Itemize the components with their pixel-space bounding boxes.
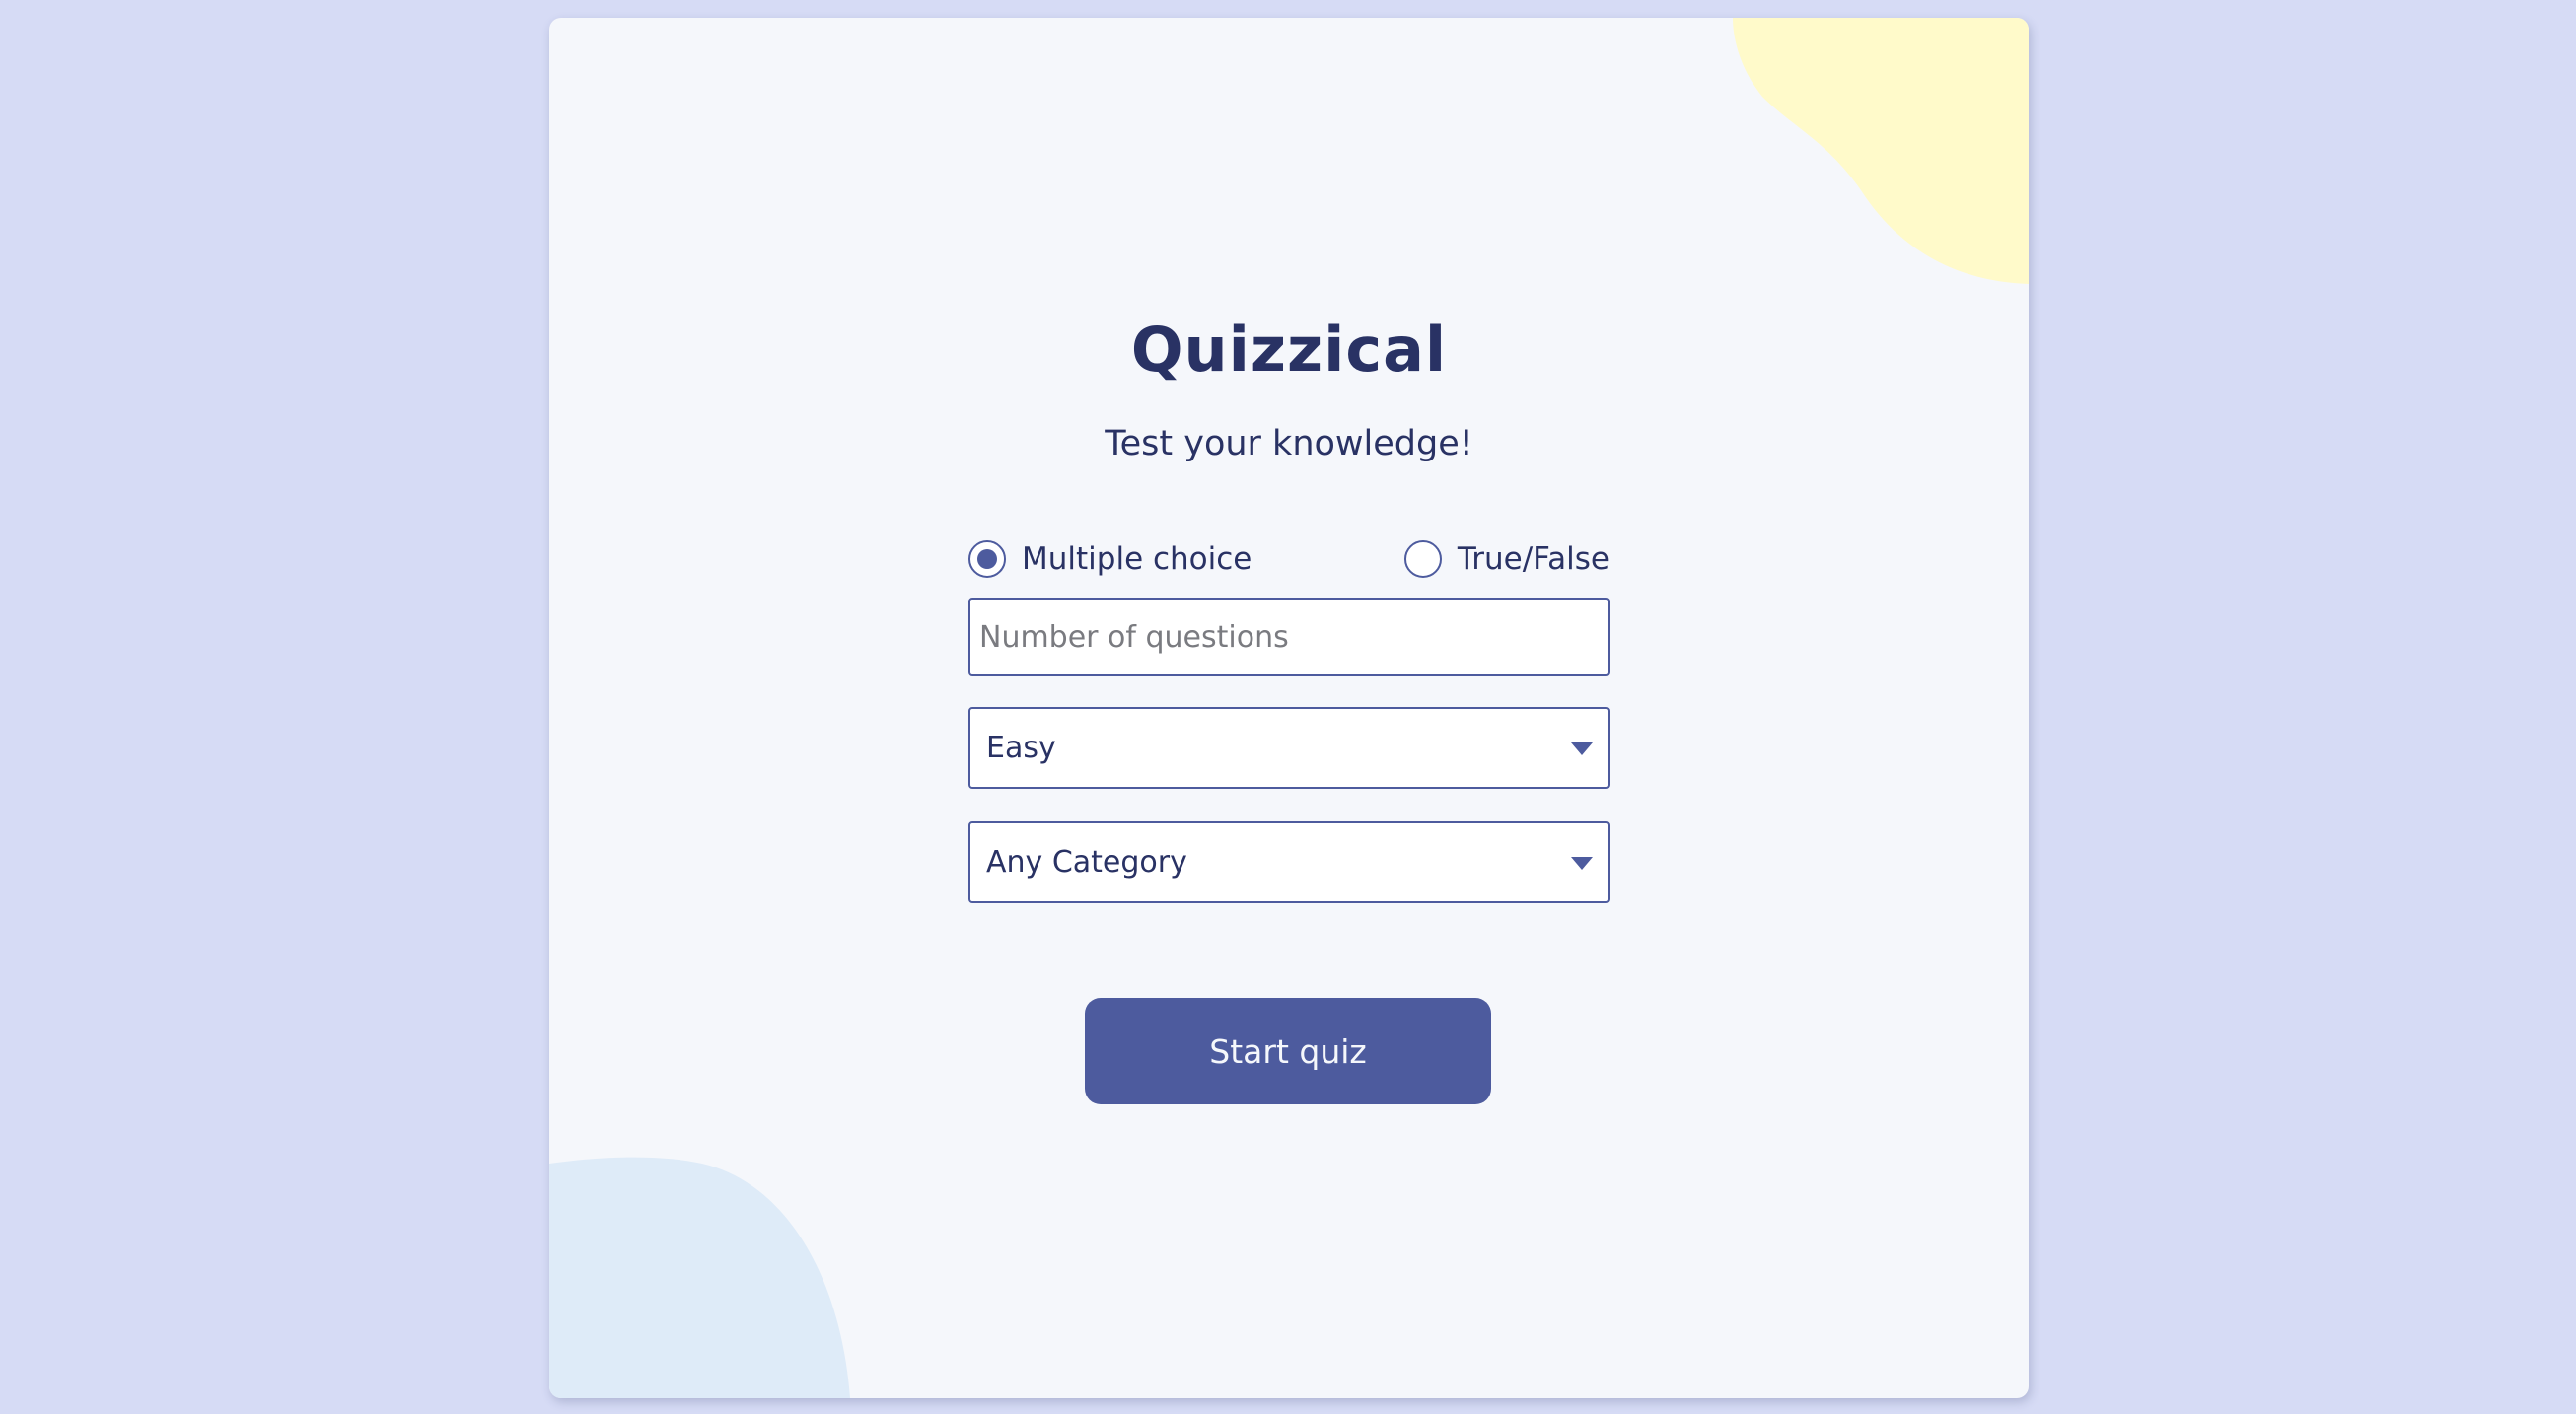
- app-subtitle: Test your knowledge!: [1105, 424, 1473, 463]
- quiz-setup-card: Quizzical Test your knowledge! Multiple …: [549, 18, 2029, 1398]
- caret-down-icon: [1571, 857, 1593, 870]
- number-of-questions-input[interactable]: [970, 600, 1608, 674]
- quiz-setup-form: Quizzical Test your knowledge! Multiple …: [549, 18, 2029, 1398]
- radio-multiple-choice-label: Multiple choice: [1022, 541, 1252, 577]
- quiz-type-radio-group: Multiple choice True/False: [968, 523, 1610, 601]
- number-of-questions-field: [968, 598, 1610, 676]
- category-select-value: Any Category: [986, 845, 1187, 880]
- category-select[interactable]: Any Category: [968, 821, 1610, 903]
- app-title: Quizzical: [1130, 314, 1448, 386]
- radio-true-false-label: True/False: [1457, 541, 1610, 577]
- difficulty-select[interactable]: Easy: [968, 707, 1610, 789]
- difficulty-select-value: Easy: [986, 731, 1056, 765]
- start-quiz-button[interactable]: Start quiz: [1085, 998, 1491, 1104]
- radio-button-checked-icon[interactable]: [968, 540, 1006, 578]
- radio-multiple-choice[interactable]: Multiple choice: [968, 540, 1252, 578]
- radio-button-unchecked-icon[interactable]: [1403, 540, 1442, 578]
- caret-down-icon: [1571, 742, 1593, 755]
- radio-true-false[interactable]: True/False: [1403, 540, 1610, 578]
